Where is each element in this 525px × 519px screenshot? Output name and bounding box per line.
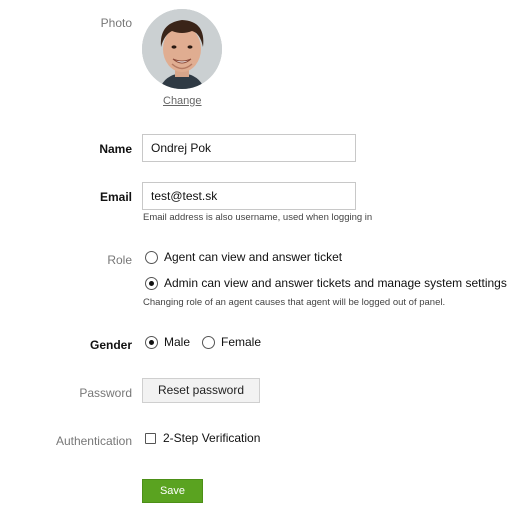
gender-option-male[interactable]: Male	[145, 335, 190, 349]
role-option-agent[interactable]: Agent can view and answer ticket	[145, 250, 342, 264]
role-agent-label: Agent can view and answer ticket	[164, 250, 343, 264]
password-label: Password	[79, 386, 132, 400]
two-step-verification-checkbox[interactable]	[145, 432, 156, 444]
name-label: Name	[99, 142, 132, 156]
email-label: Email	[99, 190, 132, 204]
avatar-image	[142, 9, 222, 89]
photo-label: Photo	[100, 16, 132, 30]
gender-option-female[interactable]: Female	[202, 335, 261, 349]
role-agent-radio[interactable]	[145, 250, 158, 264]
save-button[interactable]: Save	[142, 479, 203, 503]
role-hint: Changing role of an agent causes that ag…	[143, 297, 446, 308]
role-admin-label: Admin can view and answer tickets and ma…	[164, 276, 507, 290]
name-input[interactable]	[142, 134, 356, 162]
gender-female-label: Female	[221, 335, 262, 349]
role-label: Role	[107, 253, 132, 267]
change-photo-link[interactable]: Change	[163, 95, 202, 107]
gender-female-radio[interactable]	[202, 335, 215, 349]
gender-male-radio[interactable]	[145, 335, 158, 349]
role-option-admin[interactable]: Admin can view and answer tickets and ma…	[145, 276, 507, 290]
avatar	[142, 9, 222, 89]
role-admin-radio[interactable]	[145, 276, 158, 290]
gender-male-label: Male	[164, 335, 191, 349]
reset-password-button[interactable]: Reset password	[142, 378, 260, 403]
gender-label: Gender	[89, 338, 132, 352]
two-step-verification-option[interactable]: 2-Step Verification	[145, 431, 260, 445]
email-hint: Email address is also username, used whe…	[143, 212, 373, 223]
email-input[interactable]	[142, 182, 356, 210]
two-step-verification-label: 2-Step Verification	[163, 431, 261, 445]
authentication-label: Authentication	[55, 434, 132, 448]
